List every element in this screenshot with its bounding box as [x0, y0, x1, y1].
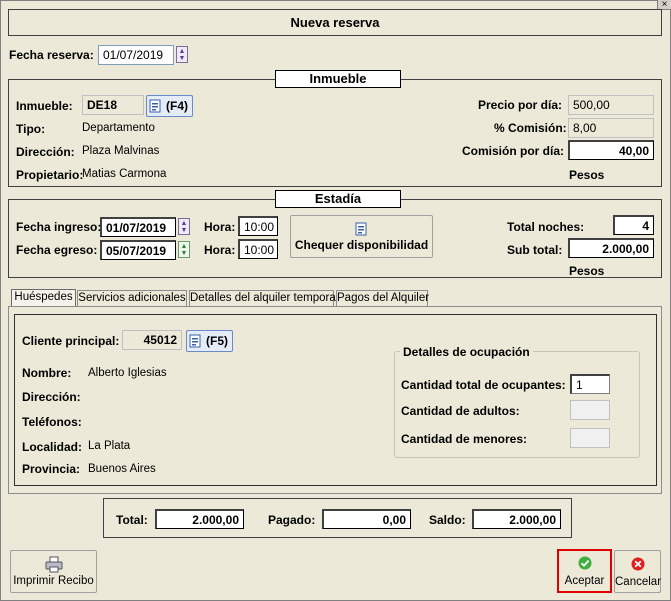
telefonos-label: Teléfonos:	[22, 415, 82, 429]
cancelar-label: Cancelar	[615, 576, 662, 588]
menores-label: Cantidad de menores:	[401, 432, 528, 446]
estadia-section-title: Estadía	[275, 190, 401, 208]
localidad-value: La Plata	[88, 440, 131, 452]
direccion-label: Dirección:	[16, 145, 75, 159]
cliente-pick-button[interactable]: (F5)	[186, 330, 233, 352]
saldo-label: Saldo:	[429, 513, 466, 527]
cliente-direccion-label: Dirección:	[22, 390, 81, 404]
imprimir-recibo-button[interactable]: Imprimir Recibo	[10, 550, 97, 593]
propietario-value: Matias Carmona	[82, 168, 167, 180]
hora-egreso-input[interactable]: 10:00	[238, 239, 278, 259]
inmueble-section-title: Inmueble	[275, 70, 401, 88]
tipo-value: Departamento	[82, 122, 155, 134]
propietario-label: Propietario:	[16, 168, 84, 182]
fecha-ingreso-label: Fecha ingreso:	[16, 220, 102, 234]
tipo-label: Tipo:	[16, 122, 46, 136]
total-label: Total:	[116, 513, 148, 527]
precio-dia-label: Precio por día:	[478, 98, 563, 112]
fecha-reserva-label: Fecha reserva:	[9, 48, 94, 62]
menores-input[interactable]	[570, 428, 610, 448]
cancel-icon	[615, 557, 660, 574]
direccion-value: Plaza Malvinas	[82, 145, 160, 157]
pagado-label: Pagado:	[268, 513, 316, 527]
cancelar-button[interactable]: Cancelar	[614, 550, 661, 593]
dialog-title: Nueva reserva	[8, 9, 662, 36]
fecha-reserva-input[interactable]: 01/07/2019	[98, 45, 174, 65]
provincia-value: Buenos Aires	[88, 463, 156, 475]
total-ocupantes-input[interactable]: 1	[570, 374, 610, 394]
estadia-pesos-label: Pesos	[569, 264, 605, 278]
printer-icon	[11, 556, 96, 576]
total-noches-label: Total noches:	[507, 220, 585, 234]
fecha-reserva-spinner[interactable]: ▲ ▼	[176, 46, 188, 63]
adultos-label: Cantidad de adultos:	[401, 404, 520, 418]
tab-pagos-alquiler[interactable]: Pagos del Alquiler	[336, 290, 429, 307]
chequear-label: Chequer disponibilidad	[294, 238, 429, 252]
cliente-code-field[interactable]: 45012	[122, 330, 182, 350]
comision-pct-label: % Comisión:	[494, 121, 567, 135]
fecha-egreso-label: Fecha egreso:	[16, 243, 98, 257]
total-field: 2.000,00	[155, 509, 244, 529]
pagado-field: 0,00	[322, 509, 411, 529]
provincia-label: Provincia:	[22, 462, 81, 476]
precio-dia-field: 500,00	[568, 95, 654, 115]
comision-dia-field: 40,00	[568, 140, 654, 160]
inmueble-pesos-label: Pesos	[569, 168, 605, 182]
imprimir-label: Imprimir Recibo	[13, 575, 94, 587]
nombre-value: Alberto Iglesias	[88, 367, 167, 379]
aceptar-button[interactable]: Aceptar	[560, 552, 609, 590]
fecha-egreso-input[interactable]: 05/07/2019	[100, 240, 176, 260]
cliente-principal-label: Cliente principal:	[22, 334, 120, 348]
hora-ingreso-input[interactable]: 10:00	[238, 216, 278, 236]
fecha-ingreso-spinner[interactable]: ▲ ▼	[178, 218, 190, 235]
chequear-disponibilidad-button[interactable]: Chequer disponibilidad	[290, 215, 433, 258]
total-noches-field: 4	[613, 215, 654, 235]
subtotal-label: Sub total:	[507, 243, 563, 257]
total-ocupantes-label: Cantidad total de ocupantes:	[401, 378, 566, 392]
lookup-book-icon	[149, 99, 162, 113]
calendar-doc-icon	[291, 222, 432, 239]
inmueble-label: Inmueble:	[16, 99, 73, 113]
nombre-label: Nombre:	[22, 366, 72, 380]
adultos-input[interactable]	[570, 400, 610, 420]
inmueble-pick-button[interactable]: (F4)	[146, 95, 193, 117]
aceptar-label: Aceptar	[564, 575, 605, 587]
inmueble-code-field[interactable]: DE18	[82, 95, 144, 115]
hora-egreso-label: Hora:	[204, 243, 236, 257]
localidad-label: Localidad:	[22, 440, 83, 454]
saldo-field: 2.000,00	[472, 509, 561, 529]
comision-dia-label: Comisión por día:	[462, 144, 564, 158]
comision-pct-field: 8,00	[568, 118, 654, 138]
hora-ingreso-label: Hora:	[204, 220, 236, 234]
ocupacion-title: Detalles de ocupación	[400, 345, 533, 359]
check-icon	[560, 556, 609, 573]
tab-detalles-alquiler[interactable]: Detalles del alquiler temporal	[189, 290, 338, 307]
fecha-egreso-spinner[interactable]: ▲ ▼	[178, 241, 190, 258]
tab-servicios-adicionales[interactable]: Servicios adicionales	[77, 290, 187, 307]
subtotal-field: 2.000,00	[568, 238, 654, 258]
cliente-pick-label: (F5)	[206, 334, 228, 348]
inmueble-pick-label: (F4)	[166, 99, 188, 113]
fecha-ingreso-input[interactable]: 01/07/2019	[100, 217, 176, 237]
lookup-book-icon	[189, 334, 202, 348]
